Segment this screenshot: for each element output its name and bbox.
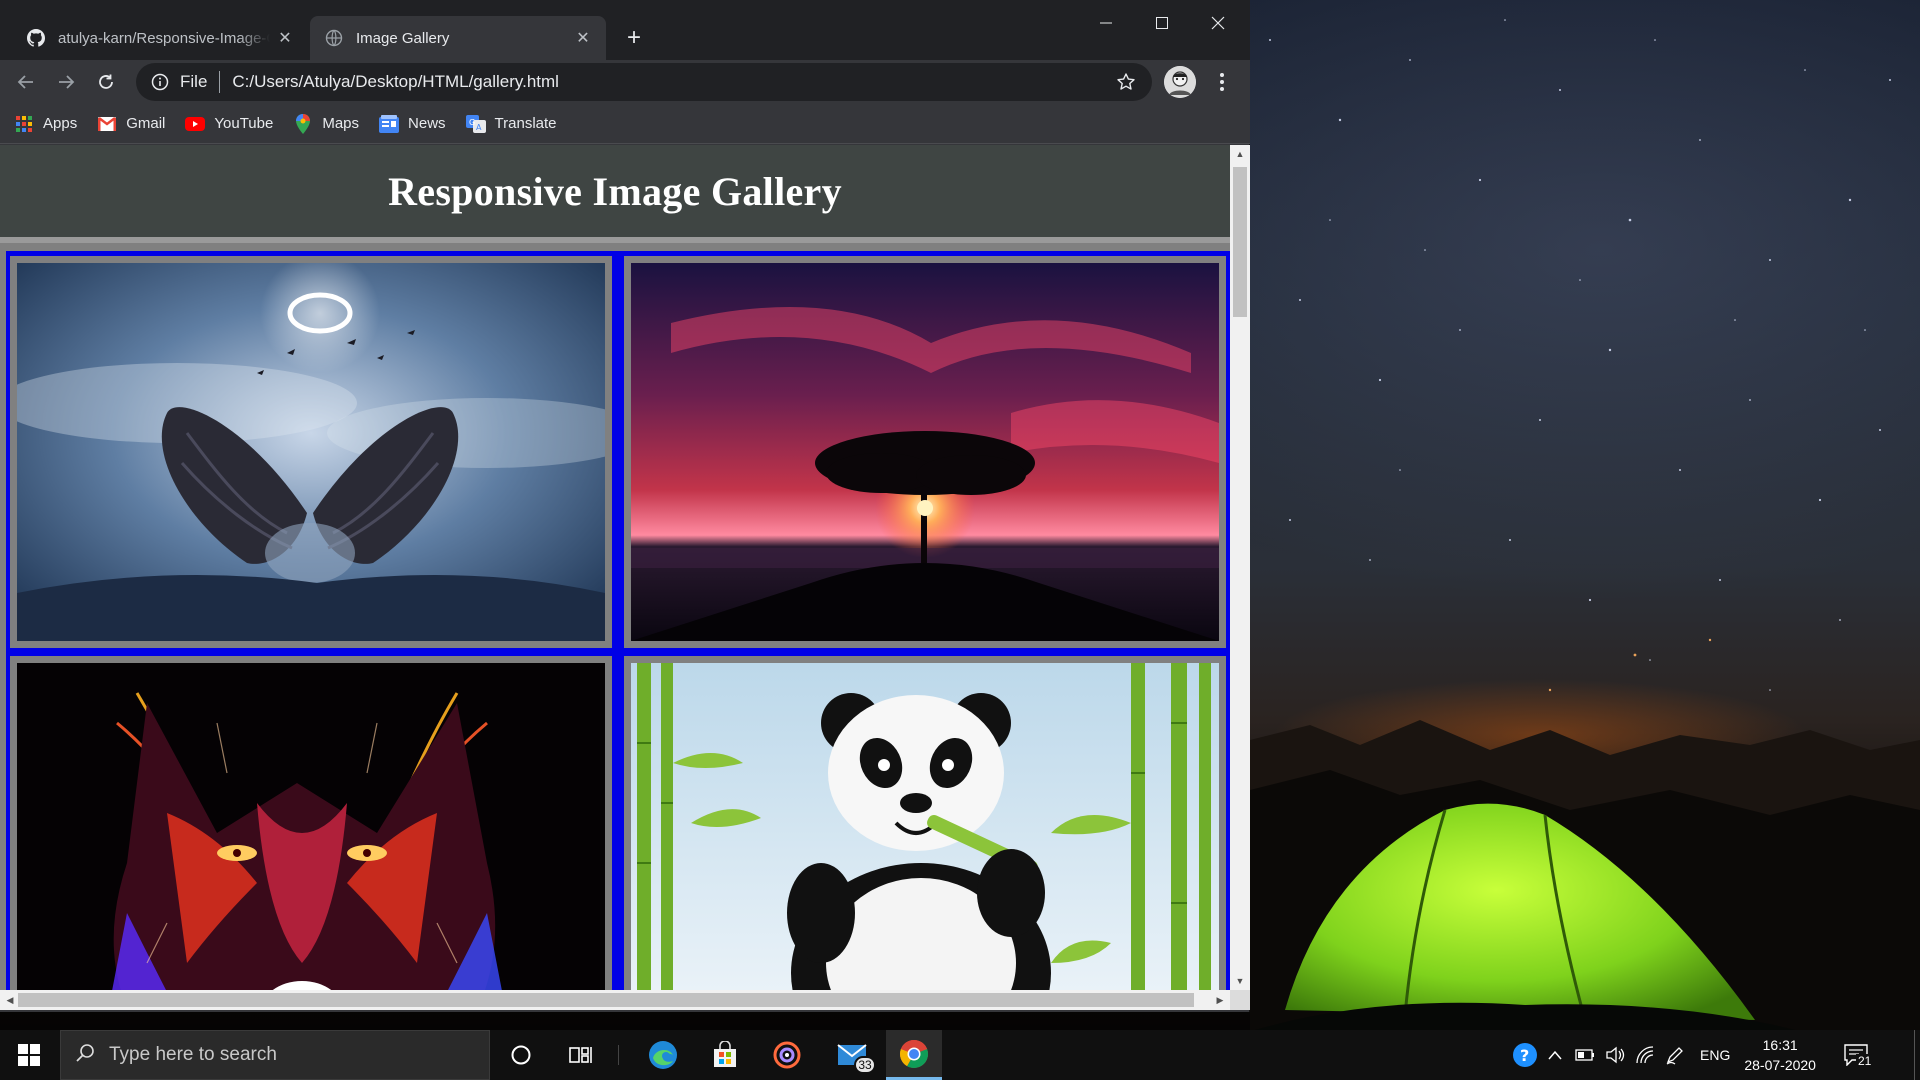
bookmark-gmail[interactable]: Gmail [97, 109, 165, 139]
bookmark-maps[interactable]: Maps [293, 109, 359, 139]
url-scheme-label: File [180, 72, 208, 91]
bookmark-youtube[interactable]: YouTube [185, 109, 273, 139]
close-tab-icon[interactable]: ✕ [574, 29, 592, 47]
page-viewport: Responsive Image Gallery [0, 145, 1230, 990]
tab-strip: atulya-karn/Responsive-Image-Gallery ✕ I… [0, 0, 1250, 60]
clock-date: 28-07-2020 [1744, 1057, 1816, 1073]
show-desktop-button[interactable] [1914, 1030, 1920, 1080]
reload-icon[interactable] [90, 66, 122, 98]
clock-time: 16:31 [1762, 1037, 1798, 1053]
browser-window: atulya-karn/Responsive-Image-Gallery ✕ I… [0, 0, 1250, 1012]
minimize-icon[interactable] [1078, 0, 1134, 46]
bookmark-label: Gmail [126, 115, 166, 132]
media-player-icon[interactable] [762, 1030, 812, 1080]
gallery-item-panda[interactable] [624, 656, 1226, 990]
tab-image-gallery[interactable]: Image Gallery ✕ [310, 16, 606, 60]
scroll-left-arrow-icon[interactable]: ◀ [0, 991, 20, 1009]
cortana-icon[interactable] [496, 1030, 546, 1080]
neon-wolf-image [17, 663, 605, 990]
bookmarks-bar: Apps Gmail YouTube Maps News G A Transla… [0, 104, 1250, 144]
bookmark-apps[interactable]: Apps [14, 109, 77, 139]
gallery-item-sunset-tree[interactable] [624, 256, 1226, 648]
battery-icon[interactable] [1570, 1030, 1600, 1080]
taskbar-search-box[interactable]: Type here to search [60, 1030, 490, 1080]
vertical-scroll-thumb[interactable] [1233, 167, 1247, 317]
gallery-item-angel[interactable] [10, 256, 612, 648]
youtube-icon [185, 114, 206, 134]
site-info-icon[interactable] [150, 72, 170, 92]
scrollbar-corner [1230, 990, 1250, 1010]
bookmark-label: Apps [43, 115, 78, 132]
bookmark-label: Translate [494, 115, 557, 132]
scroll-up-arrow-icon[interactable]: ▲ [1230, 145, 1250, 163]
svg-text:?: ? [1520, 1046, 1529, 1065]
translate-icon: GA [465, 114, 486, 134]
panda-bamboo-image [631, 663, 1219, 990]
gmail-icon [97, 114, 117, 134]
notification-center-icon[interactable]: 21 [1836, 1030, 1876, 1080]
page-title: Responsive Image Gallery [388, 168, 842, 214]
help-question-icon[interactable]: ? [1510, 1030, 1540, 1080]
mail-unread-badge: 33 [854, 1056, 876, 1074]
page-header: Responsive Image Gallery [0, 145, 1230, 243]
bookmark-label: Maps [322, 115, 360, 132]
profile-avatar-icon[interactable] [1164, 66, 1196, 98]
input-language[interactable]: ENG [1700, 1047, 1730, 1063]
address-bar[interactable]: File C:/Users/Atulya/Desktop/HTML/galler… [136, 63, 1152, 101]
notification-count: 21 [1855, 1054, 1874, 1068]
search-icon [75, 1043, 95, 1068]
horizontal-scroll-thumb[interactable] [18, 993, 1194, 1007]
kebab-menu-icon[interactable] [1206, 66, 1238, 98]
tab-github[interactable]: atulya-karn/Responsive-Image-Gallery ✕ [12, 16, 308, 60]
starry-sky [1269, 19, 1891, 692]
bookmark-news[interactable]: News [379, 109, 446, 139]
angel-wings-image [17, 263, 605, 641]
bookmark-label: YouTube [214, 115, 274, 132]
volume-icon[interactable] [1600, 1030, 1630, 1080]
bookmark-translate[interactable]: GA Translate [465, 109, 557, 139]
taskbar-separator [618, 1045, 619, 1065]
taskbar-clock[interactable]: 16:31 28-07-2020 [1744, 1035, 1816, 1075]
gallery-item-wolf[interactable] [10, 656, 612, 990]
address-separator [219, 71, 221, 93]
image-gallery-grid [6, 251, 1230, 990]
svg-text:A: A [476, 123, 482, 132]
new-tab-plus-icon[interactable]: + [620, 24, 648, 52]
forward-arrow-icon[interactable] [50, 66, 82, 98]
close-window-icon[interactable] [1190, 0, 1246, 46]
vertical-scrollbar[interactable]: ▲ ▼ [1230, 145, 1250, 990]
windows-taskbar: Type here to search 33 ? ENG 16:31 28-07… [0, 1030, 1920, 1080]
apps-grid-icon [14, 114, 34, 134]
bookmark-label: News [408, 115, 446, 132]
tab-title: atulya-karn/Responsive-Image-Gallery [58, 29, 270, 47]
green-tent [1255, 803, 1795, 1030]
wifi-icon[interactable] [1630, 1030, 1660, 1080]
scroll-down-arrow-icon[interactable]: ▼ [1230, 972, 1250, 990]
store-icon[interactable] [700, 1030, 750, 1080]
chrome-icon[interactable] [886, 1030, 942, 1080]
edge-icon[interactable] [638, 1030, 688, 1080]
github-icon [26, 28, 46, 48]
maps-pin-icon [293, 113, 313, 134]
system-tray: ? ENG 16:31 28-07-2020 21 [1510, 1030, 1876, 1080]
tab-title: Image Gallery [356, 29, 450, 47]
search-placeholder: Type here to search [109, 1044, 277, 1065]
task-view-icon[interactable] [556, 1030, 606, 1080]
svg-text:G: G [469, 118, 475, 127]
chevron-up-icon[interactable] [1540, 1030, 1570, 1080]
horizontal-scrollbar[interactable]: ◀ ▶ [0, 990, 1230, 1010]
globe-icon [324, 28, 344, 48]
sunset-tree-image [631, 263, 1219, 641]
browser-toolbar: File C:/Users/Atulya/Desktop/HTML/galler… [0, 60, 1250, 104]
mail-icon[interactable]: 33 [824, 1030, 880, 1080]
scroll-right-arrow-icon[interactable]: ▶ [1210, 991, 1230, 1009]
windows-start-icon[interactable] [0, 1030, 58, 1080]
news-icon [379, 114, 400, 134]
pen-icon[interactable] [1660, 1030, 1690, 1080]
maximize-icon[interactable] [1134, 0, 1190, 46]
url-text[interactable]: C:/Users/Atulya/Desktop/HTML/gallery.htm… [232, 72, 1110, 92]
back-arrow-icon[interactable] [10, 66, 42, 98]
close-tab-icon[interactable]: ✕ [276, 29, 294, 47]
bookmark-star-icon[interactable] [1110, 66, 1142, 98]
